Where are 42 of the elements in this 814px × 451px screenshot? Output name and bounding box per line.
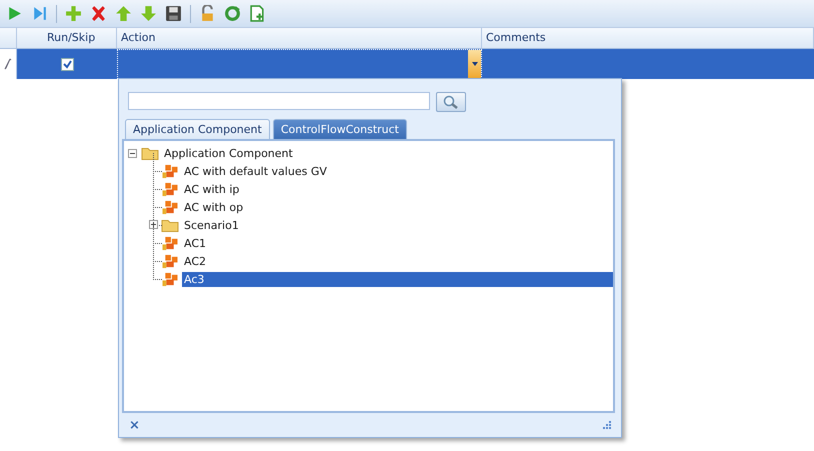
tree-item[interactable]: AC with op (182, 200, 246, 214)
component-icon (161, 272, 179, 286)
dropdown-button[interactable] (468, 50, 481, 78)
step-forward-icon[interactable] (31, 5, 48, 22)
tab[interactable]: Application Component (125, 119, 270, 139)
add-document-icon[interactable] (249, 5, 266, 22)
component-icon (161, 182, 179, 196)
checkbox[interactable] (60, 58, 74, 70)
caret-icon (472, 62, 478, 66)
search-button[interactable] (436, 92, 466, 112)
expand-icon[interactable] (149, 220, 158, 229)
column-header[interactable]: Comments (482, 28, 814, 48)
component-icon (161, 164, 179, 178)
search-icon (443, 95, 459, 109)
add-icon[interactable] (65, 5, 82, 22)
grid-row[interactable] (0, 49, 814, 79)
folder-icon (141, 146, 159, 160)
refresh-icon[interactable] (224, 5, 241, 22)
tree-item[interactable]: AC with default values GV (182, 164, 329, 178)
up-arrow-icon[interactable] (115, 5, 132, 22)
tree-item[interactable]: AC1 (182, 236, 208, 250)
delete-icon[interactable] (90, 5, 107, 22)
tree-item[interactable]: Ac3 (182, 272, 613, 286)
padlock-icon[interactable] (199, 5, 216, 22)
component-icon (161, 200, 179, 214)
component-icon (161, 254, 179, 268)
folder-icon (161, 218, 179, 232)
resize-grip-icon[interactable] (603, 420, 612, 430)
close-button[interactable]: × (127, 418, 142, 432)
tree-item[interactable]: Application Component (162, 146, 295, 160)
tab[interactable]: ControlFlowConstruct (272, 119, 407, 139)
column-header[interactable]: Run/Skip (17, 28, 117, 48)
tree-item[interactable]: AC2 (182, 254, 208, 268)
down-arrow-icon[interactable] (140, 5, 157, 22)
component-icon (161, 236, 179, 250)
collapse-icon[interactable] (128, 148, 137, 158)
search-field[interactable] (128, 92, 430, 110)
tree-item[interactable]: AC with ip (182, 182, 242, 196)
tree-item[interactable]: Scenario1 (182, 218, 241, 232)
play-icon[interactable] (6, 5, 23, 22)
save-icon[interactable] (165, 5, 182, 22)
column-header[interactable]: Action (117, 28, 482, 48)
